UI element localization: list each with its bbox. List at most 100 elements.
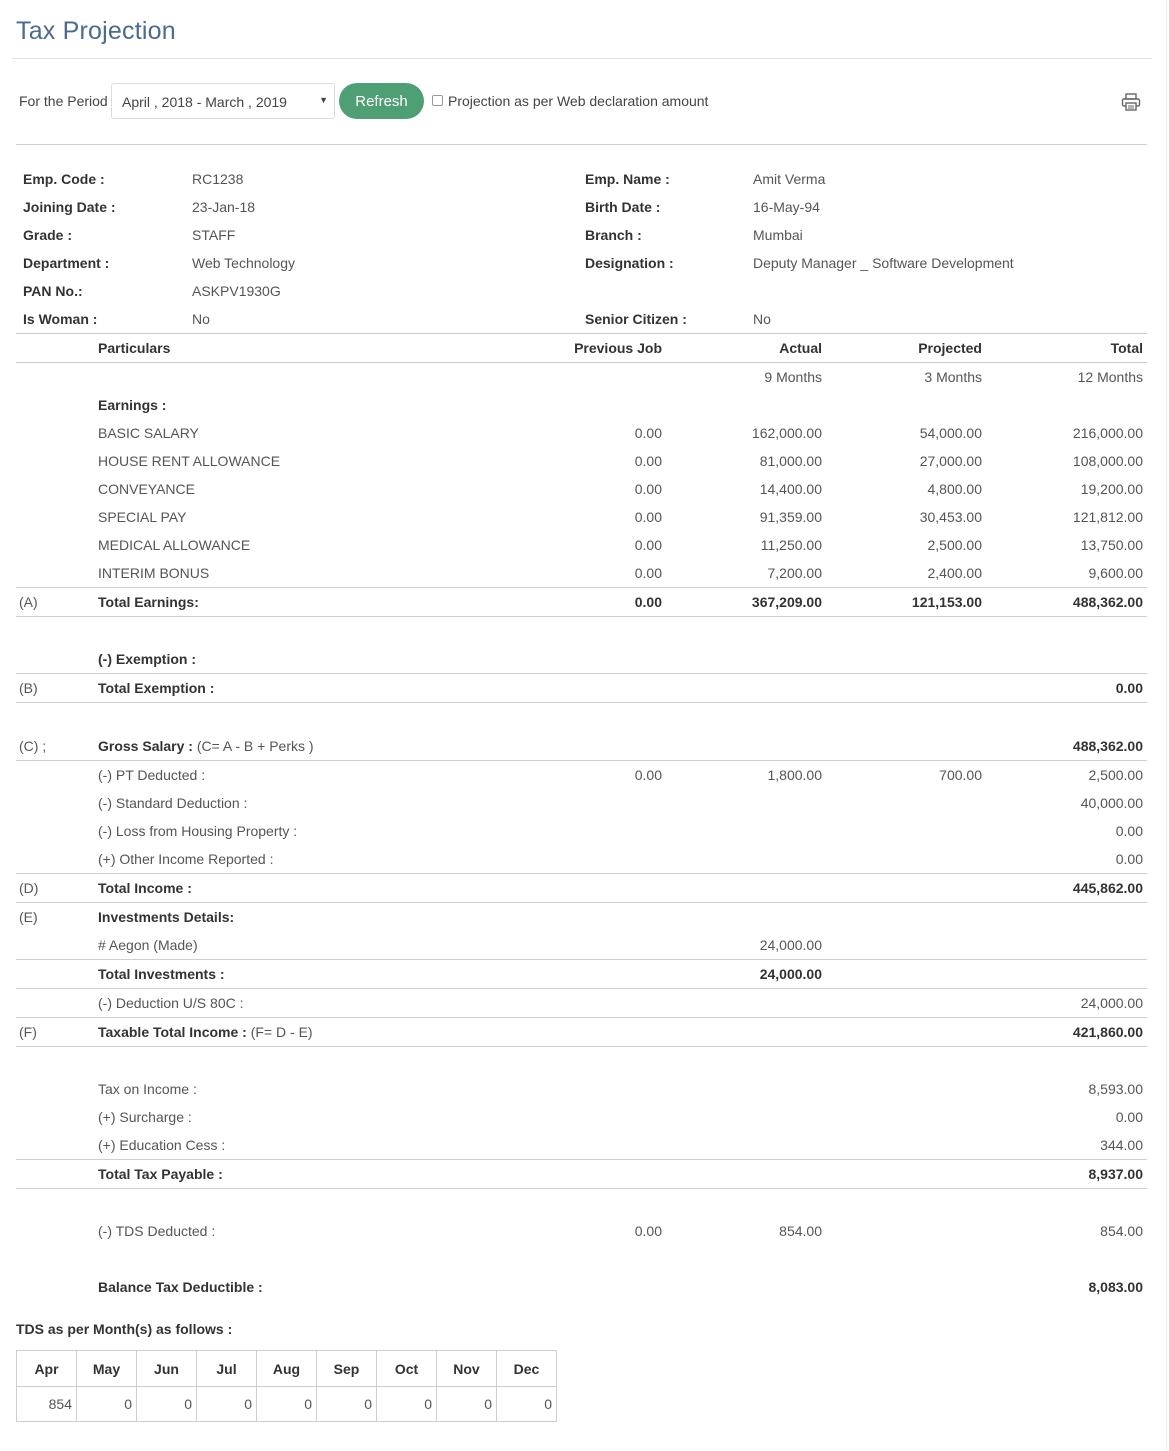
department-label: Department : bbox=[23, 255, 110, 271]
row-divider bbox=[16, 1017, 1147, 1018]
emp-code-label: Emp. Code : bbox=[23, 171, 105, 187]
total-months: 12 Months bbox=[1077, 369, 1143, 385]
tds-month-value: 0 bbox=[316, 1386, 377, 1422]
earning-total: 121,812.00 bbox=[1072, 509, 1143, 525]
title-divider bbox=[12, 58, 1152, 59]
earning-actual: 162,000.00 bbox=[751, 425, 822, 441]
total-earnings-projected: 121,153.00 bbox=[911, 594, 982, 610]
pt-deducted-label: (-) PT Deducted : bbox=[98, 767, 206, 783]
row-divider bbox=[16, 902, 1147, 903]
branch-value: Mumbai bbox=[753, 227, 803, 243]
designation-value: Deputy Manager _ Software Development bbox=[753, 255, 1014, 271]
earning-actual: 7,200.00 bbox=[767, 565, 823, 581]
birth-date-value: 16-May-94 bbox=[753, 199, 820, 215]
tds-month-header: Aug bbox=[256, 1350, 317, 1387]
printer-icon[interactable] bbox=[1121, 93, 1141, 111]
row-divider bbox=[16, 702, 1147, 703]
total-earnings-label: Total Earnings: bbox=[98, 594, 199, 610]
total-investments-label: Total Investments : bbox=[98, 966, 225, 982]
gross-salary-total: 488,362.00 bbox=[1072, 738, 1143, 754]
header-particulars: Particulars bbox=[98, 340, 171, 356]
earning-total: 19,200.00 bbox=[1080, 481, 1143, 497]
earning-projected: 4,800.00 bbox=[927, 481, 983, 497]
emp-code-value: RC1238 bbox=[192, 171, 244, 187]
pt-deducted-previous: 0.00 bbox=[634, 767, 662, 783]
row-divider bbox=[16, 873, 1147, 874]
taxable-income-total: 421,860.00 bbox=[1072, 1024, 1143, 1040]
earning-name: MEDICAL ALLOWANCE bbox=[98, 537, 251, 553]
earning-previous: 0.00 bbox=[634, 537, 662, 553]
emp-name-value: Amit Verma bbox=[753, 171, 826, 187]
branch-label: Branch : bbox=[585, 227, 642, 243]
pt-deducted-actual: 1,800.00 bbox=[767, 767, 823, 783]
tds-month-value: 0 bbox=[196, 1386, 257, 1422]
exemption-heading: (-) Exemption : bbox=[98, 651, 196, 667]
earning-name: INTERIM BONUS bbox=[98, 565, 210, 581]
aegon-actual: 24,000.00 bbox=[759, 937, 822, 953]
gross-salary-label-bold: Gross Salary : bbox=[98, 738, 193, 754]
row-divider bbox=[16, 988, 1147, 989]
emp-name-label: Emp. Name : bbox=[585, 171, 670, 187]
earning-previous: 0.00 bbox=[634, 509, 662, 525]
header-previous-job: Previous Job bbox=[574, 340, 662, 356]
row-letter-a: (A) bbox=[19, 594, 38, 610]
joining-date-label: Joining Date : bbox=[23, 199, 116, 215]
total-investments-actual: 24,000.00 bbox=[759, 966, 822, 982]
earning-total: 216,000.00 bbox=[1072, 425, 1143, 441]
earning-projected: 2,400.00 bbox=[927, 565, 983, 581]
projection-checkbox-label: Projection as per Web declaration amount bbox=[448, 93, 709, 109]
info-divider bbox=[16, 333, 1147, 334]
earning-projected: 30,453.00 bbox=[919, 509, 982, 525]
taxable-income-label-bold: Taxable Total Income : bbox=[98, 1024, 247, 1040]
earning-actual: 91,359.00 bbox=[759, 509, 822, 525]
balance-tax-total: 8,083.00 bbox=[1088, 1279, 1144, 1295]
row-divider bbox=[16, 760, 1147, 761]
row-letter-b: (B) bbox=[19, 680, 38, 696]
earning-actual: 11,250.00 bbox=[760, 537, 822, 553]
period-select[interactable]: April , 2018 - March , 2019 ▼ bbox=[111, 83, 335, 119]
earning-name: HOUSE RENT ALLOWANCE bbox=[98, 453, 281, 469]
deduction-80c-total: 24,000.00 bbox=[1080, 995, 1143, 1011]
header-divider bbox=[16, 362, 1147, 363]
pan-label: PAN No.: bbox=[23, 283, 83, 299]
taxable-income-label: Taxable Total Income : (F= D - E) bbox=[98, 1024, 313, 1040]
tds-month-header: Oct bbox=[376, 1350, 437, 1387]
earning-total: 13,750.00 bbox=[1080, 537, 1143, 553]
department-value: Web Technology bbox=[192, 255, 295, 271]
earning-actual: 14,400.00 bbox=[759, 481, 822, 497]
earning-previous: 0.00 bbox=[634, 453, 662, 469]
total-income-total: 445,862.00 bbox=[1072, 880, 1143, 896]
pt-deducted-projected: 700.00 bbox=[939, 767, 982, 783]
pt-deducted-total: 2,500.00 bbox=[1088, 767, 1144, 783]
tds-deducted-previous: 0.00 bbox=[634, 1223, 662, 1239]
page-title: Tax Projection bbox=[16, 17, 176, 45]
row-letter-e: (E) bbox=[19, 909, 38, 925]
period-label: For the Period bbox=[19, 93, 108, 109]
refresh-button[interactable]: Refresh bbox=[339, 83, 424, 119]
balance-tax-label: Balance Tax Deductible : bbox=[98, 1279, 263, 1295]
row-letter-c: (C) ; bbox=[19, 738, 47, 754]
row-divider bbox=[16, 1046, 1147, 1047]
row-divider bbox=[16, 673, 1147, 674]
header-actual: Actual bbox=[779, 340, 822, 356]
row-letter-f: (F) bbox=[19, 1024, 37, 1040]
total-exemption-label: Total Exemption : bbox=[98, 680, 215, 696]
tds-month-value: 0 bbox=[136, 1386, 197, 1422]
tds-deducted-actual: 854.00 bbox=[779, 1223, 822, 1239]
row-divider bbox=[16, 587, 1147, 588]
row-divider bbox=[16, 1159, 1147, 1160]
tds-deducted-total: 854.00 bbox=[1100, 1223, 1143, 1239]
tds-month-header: Apr bbox=[16, 1350, 77, 1387]
projection-checkbox[interactable] bbox=[432, 95, 443, 106]
housing-loss-total: 0.00 bbox=[1115, 823, 1143, 839]
row-letter-d: (D) bbox=[19, 880, 39, 896]
aegon-label: # Aegon (Made) bbox=[98, 937, 198, 953]
other-income-total: 0.00 bbox=[1115, 851, 1143, 867]
tds-month-value: 0 bbox=[376, 1386, 437, 1422]
page-edge-divider bbox=[1166, 0, 1167, 1451]
tds-month-value: 0 bbox=[496, 1386, 557, 1422]
tds-deducted-label: (-) TDS Deducted : bbox=[98, 1223, 216, 1239]
standard-deduction-total: 40,000.00 bbox=[1080, 795, 1143, 811]
earning-name: SPECIAL PAY bbox=[98, 509, 187, 525]
tax-on-income-label: Tax on Income : bbox=[98, 1081, 197, 1097]
